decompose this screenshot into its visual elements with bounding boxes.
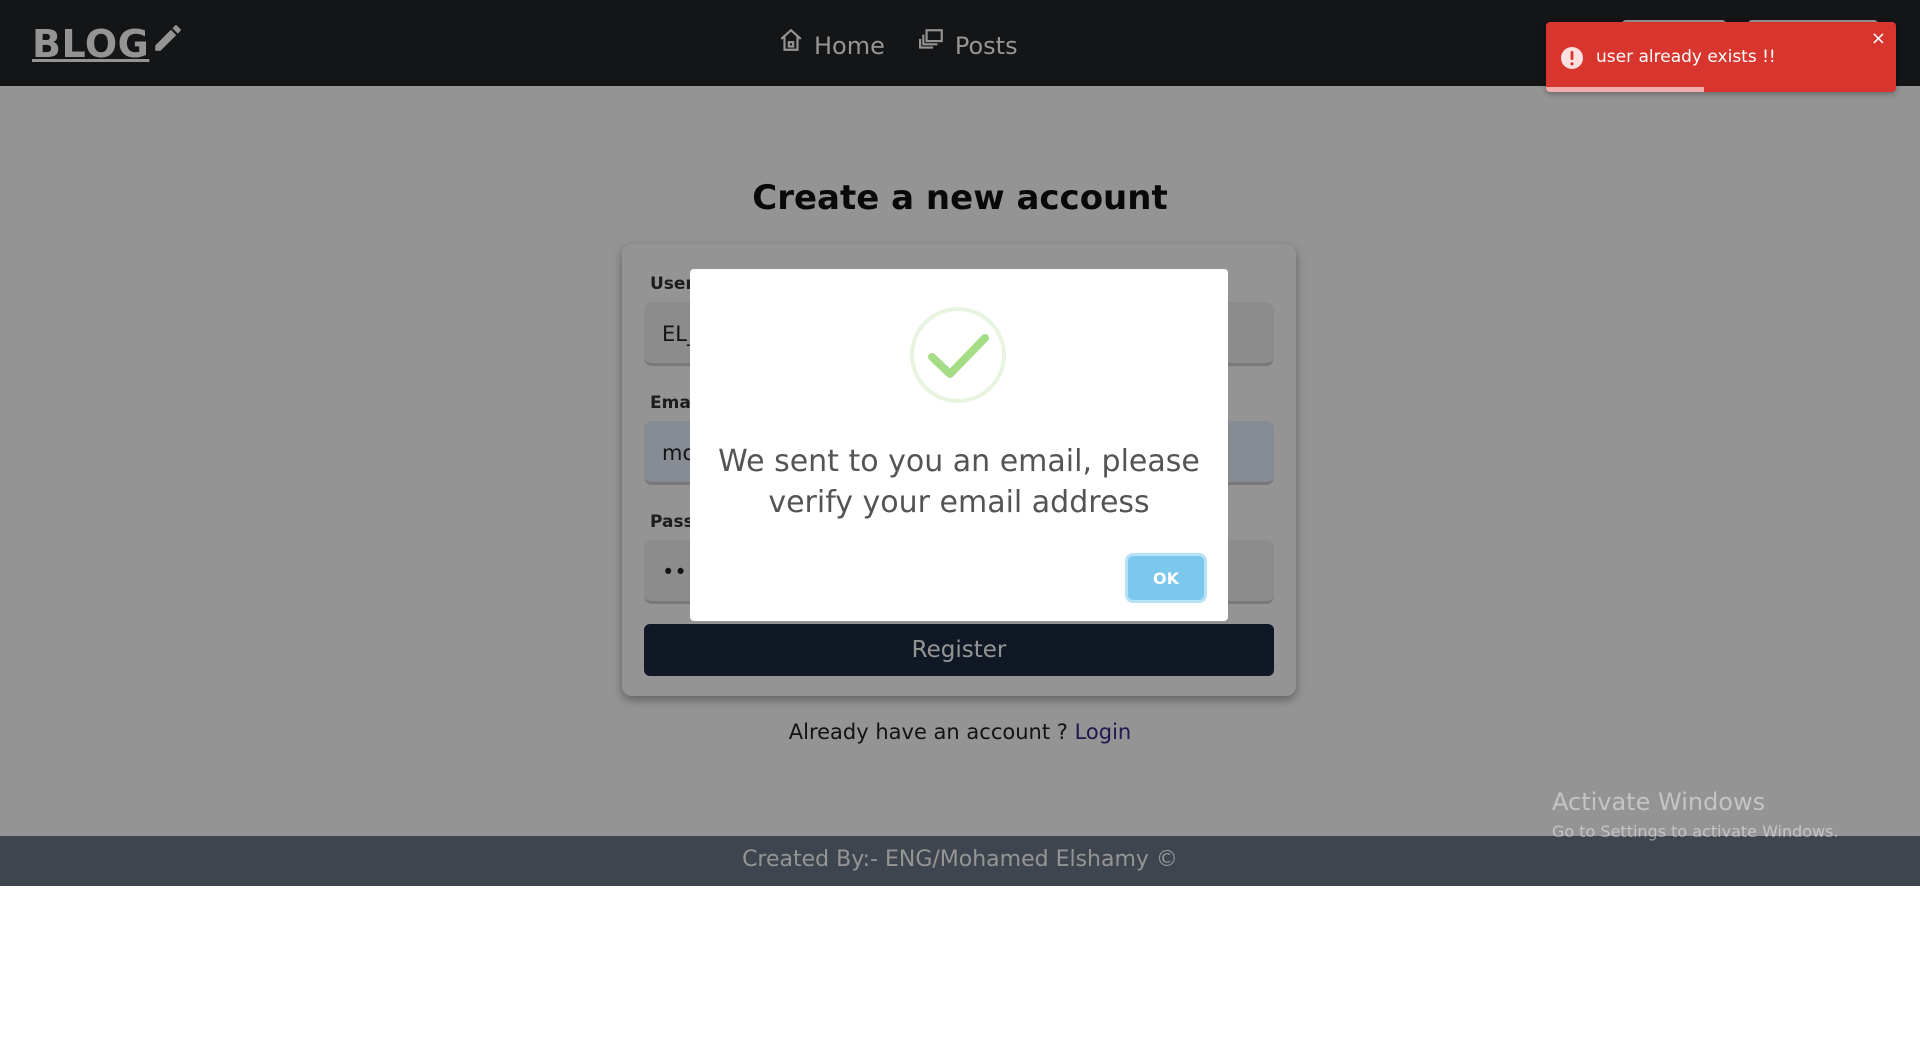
toast-progress-bar [1546, 87, 1704, 92]
watermark-subtitle: Go to Settings to activate Windows. [1552, 822, 1839, 841]
modal-message: We sent to you an email, please verify y… [718, 444, 1200, 520]
watermark-title: Activate Windows [1552, 788, 1766, 816]
app: BLOG Home Posts Create a new account EL_… [0, 0, 1920, 886]
toast-message: user already exists !! [1596, 47, 1776, 67]
close-icon[interactable]: × [1871, 28, 1886, 49]
ok-button[interactable]: OK [1128, 556, 1204, 600]
error-icon [1561, 47, 1583, 69]
error-toast: user already exists !! × [1546, 22, 1896, 92]
windows-watermark: Activate Windows Go to Settings to activ… [1552, 788, 1839, 841]
success-check-icon [910, 307, 1006, 403]
success-modal: We sent to you an email, please verify y… [690, 269, 1228, 621]
